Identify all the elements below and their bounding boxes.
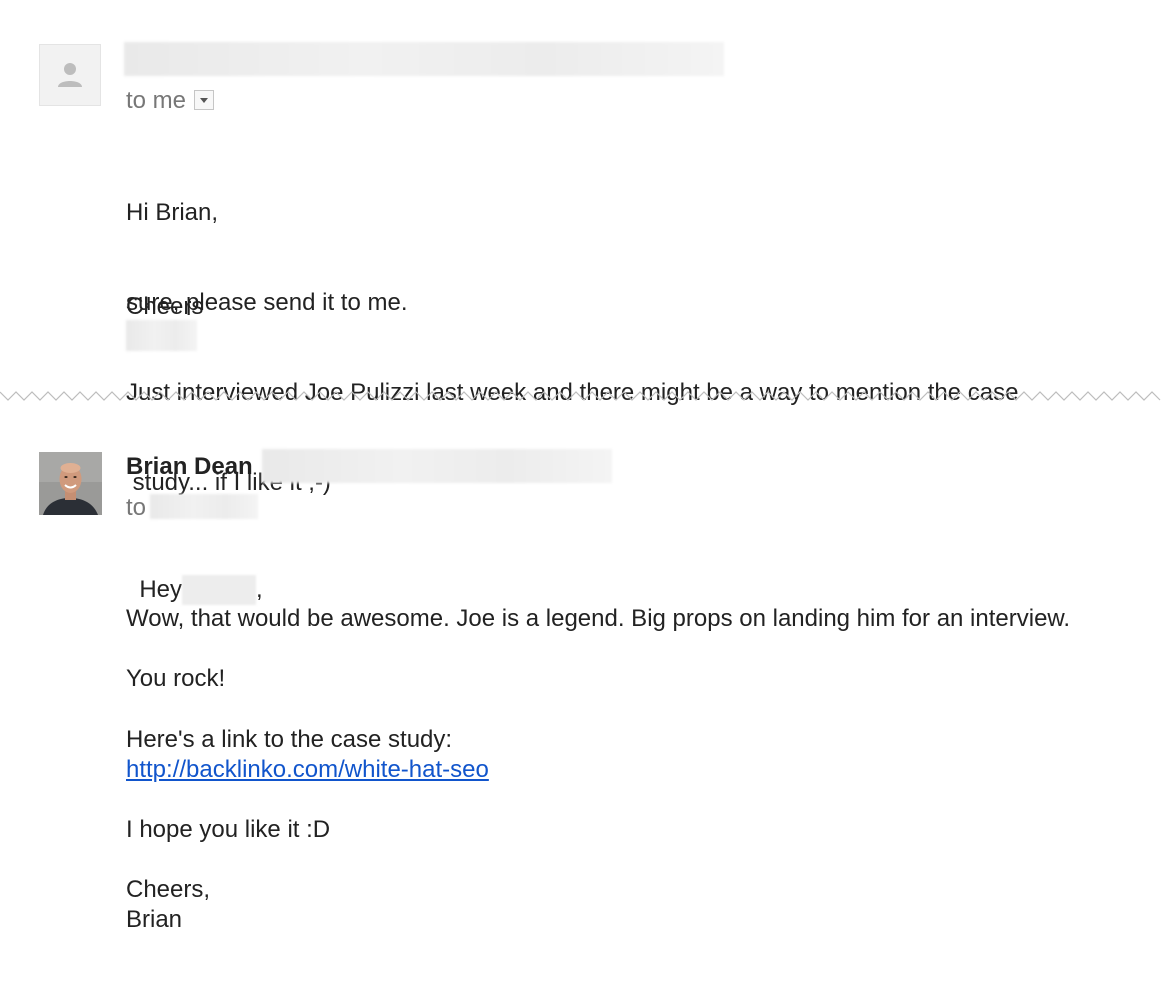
- avatar-photo-icon: [39, 452, 102, 515]
- sender-avatar-placeholder[interactable]: [39, 44, 101, 106]
- body-line: sure, please send it to me.: [126, 289, 408, 316]
- recipient-prefix: to: [126, 494, 147, 521]
- redacted-name: [182, 575, 257, 605]
- chevron-down-icon[interactable]: [194, 90, 215, 110]
- redacted-recipient: [150, 494, 258, 519]
- paragraph: I hope you like it :D: [126, 816, 331, 843]
- recipient-line: to me: [126, 87, 215, 115]
- collapsed-messages-divider[interactable]: [0, 388, 1162, 408]
- paragraph: Wow, that would be awesome. Joe is a leg…: [126, 605, 1071, 632]
- redacted-sender-info: [124, 42, 724, 76]
- paragraph: Here's a link to the case study:: [126, 726, 453, 753]
- greeting: Hi Brian,: [126, 199, 219, 226]
- greeting-end: ,: [256, 576, 263, 603]
- recipient-text: to me: [126, 87, 187, 114]
- paragraph: You rock!: [126, 665, 226, 692]
- signoff: Cheers: [126, 293, 204, 320]
- greeting-line: Hey,: [126, 545, 263, 605]
- signature: Brian: [126, 906, 183, 933]
- redacted-signature: [126, 320, 197, 351]
- sender-name[interactable]: Brian Dean: [126, 453, 253, 481]
- person-icon: [58, 63, 82, 87]
- closing: Cheers,: [126, 876, 211, 903]
- greeting-start: Hey: [139, 576, 183, 603]
- recipient-line: to: [126, 494, 146, 522]
- case-study-link[interactable]: http://backlinko.com/white-hat-seo: [126, 755, 489, 785]
- sender-avatar[interactable]: [39, 452, 102, 515]
- redacted-sender-email: [262, 449, 612, 483]
